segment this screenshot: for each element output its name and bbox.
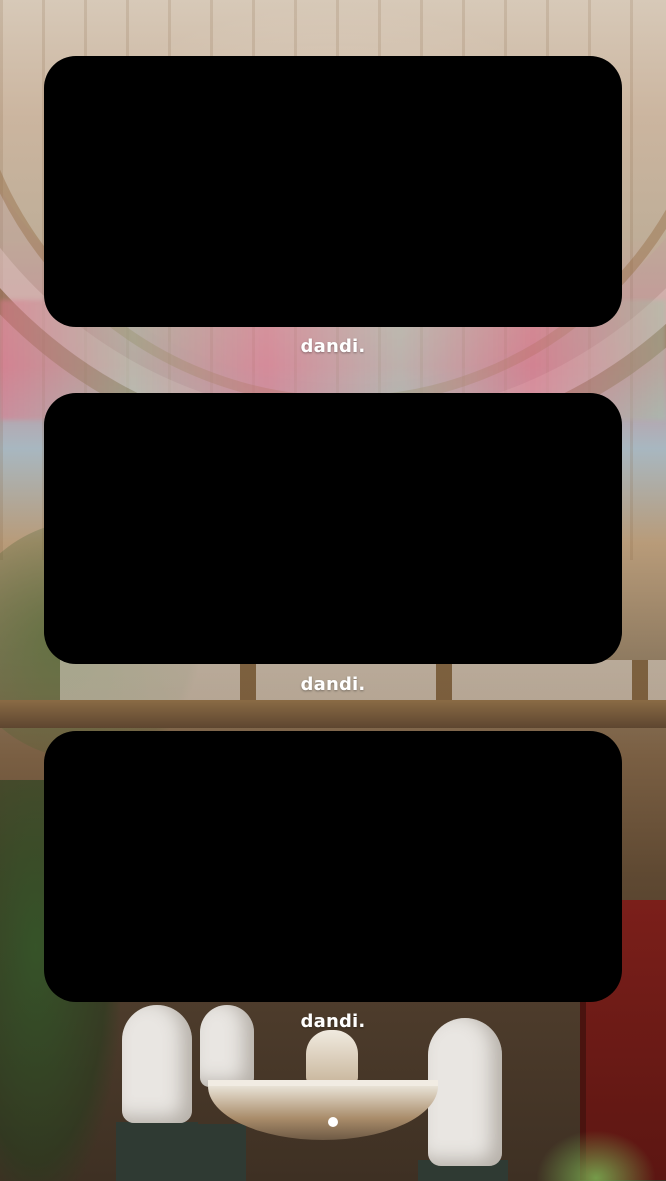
widget-2-label: dandi. bbox=[300, 674, 366, 695]
wooden-beam bbox=[0, 700, 666, 728]
pedestal bbox=[116, 1122, 198, 1181]
page-dot[interactable] bbox=[328, 1117, 338, 1127]
widget-3-label: dandi. bbox=[300, 1011, 366, 1032]
widget-1-label: dandi. bbox=[300, 336, 366, 357]
fountain-top bbox=[306, 1030, 358, 1085]
widget-2[interactable] bbox=[44, 393, 622, 664]
widget-1[interactable] bbox=[44, 56, 622, 327]
pedestal bbox=[196, 1124, 246, 1181]
plants-right bbox=[536, 1130, 656, 1181]
widget-3[interactable] bbox=[44, 731, 622, 1002]
statue bbox=[428, 1018, 502, 1166]
page-indicator[interactable] bbox=[0, 1117, 666, 1129]
